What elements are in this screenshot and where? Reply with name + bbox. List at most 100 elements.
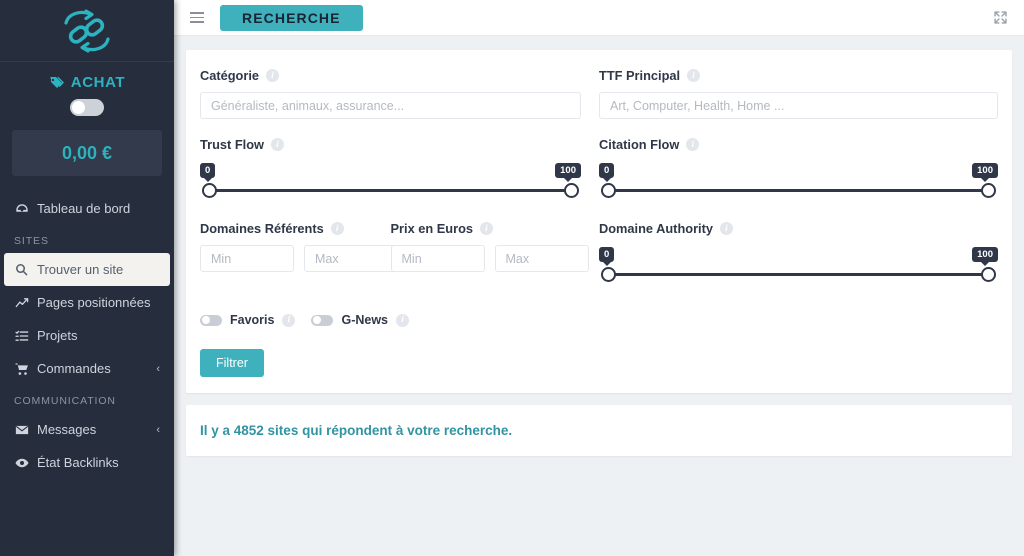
favoris-toggle[interactable] bbox=[200, 314, 222, 326]
sidebar-item-messages[interactable]: Messages ‹ bbox=[0, 413, 174, 446]
categorie-label: Catégorie bbox=[200, 68, 260, 83]
domaine-authority-min-bubble: 0 bbox=[599, 247, 615, 262]
achat-toggle[interactable] bbox=[70, 99, 104, 116]
trust-flow-slider[interactable]: 0 100 bbox=[200, 161, 581, 203]
field-ttf-principal: TTF Principal i bbox=[599, 68, 998, 119]
results-card: Il y a 4852 sites qui répondent à votre … bbox=[186, 405, 1012, 456]
citation-flow-max-bubble: 100 bbox=[972, 163, 998, 178]
domaine-authority-label-row: Domaine Authority i bbox=[599, 221, 998, 236]
favoris-toggle-group: Favoris i bbox=[200, 313, 296, 327]
info-icon[interactable]: i bbox=[686, 138, 700, 151]
citation-flow-min-thumb[interactable] bbox=[601, 183, 616, 198]
ttf-label-row: TTF Principal i bbox=[599, 68, 998, 83]
hamburger-icon[interactable] bbox=[190, 12, 204, 23]
chart-line-icon bbox=[14, 296, 29, 310]
info-icon[interactable]: i bbox=[330, 222, 344, 235]
tag-icon bbox=[49, 76, 65, 90]
filtrer-button[interactable]: Filtrer bbox=[200, 349, 264, 377]
sidebar-section-communication: COMMUNICATION bbox=[14, 395, 116, 407]
ttf-principal-label: TTF Principal bbox=[599, 68, 681, 83]
citation-flow-max-thumb[interactable] bbox=[981, 183, 996, 198]
list-tasks-icon bbox=[14, 329, 29, 343]
field-domaine-authority: Domaine Authority i 0 100 bbox=[599, 221, 998, 287]
results-count-text: Il y a 4852 sites qui répondent à votre … bbox=[200, 423, 513, 438]
app-root: ACHAT 0,00 € Tableau de bord SITES Trouv… bbox=[0, 0, 1024, 556]
favoris-label: Favoris bbox=[230, 313, 275, 327]
sidebar-item-etat-backlinks[interactable]: État Backlinks bbox=[0, 446, 174, 479]
info-icon[interactable]: i bbox=[720, 222, 733, 235]
eye-icon bbox=[14, 456, 29, 470]
filter-row-3: Domaines Référents i Prix en Euros bbox=[200, 221, 998, 287]
sidebar-item-tableau-de-bord[interactable]: Tableau de bord bbox=[0, 192, 174, 225]
balance-amount: 0,00 € bbox=[12, 130, 162, 176]
domaine-authority-max-bubble: 100 bbox=[972, 247, 998, 262]
prix-en-euros-label: Prix en Euros bbox=[390, 221, 474, 236]
field-trust-flow: Trust Flow i 0 100 bbox=[200, 137, 599, 203]
info-icon[interactable]: i bbox=[266, 69, 280, 82]
trust-flow-min-thumb[interactable] bbox=[202, 183, 217, 198]
info-icon[interactable]: i bbox=[396, 313, 410, 327]
domaines-referents-min-input[interactable] bbox=[200, 245, 294, 272]
filter-row-2: Trust Flow i 0 100 Citation Flow i 0 100 bbox=[200, 137, 998, 203]
chevron-left-icon: ‹ bbox=[156, 362, 160, 375]
ttf-principal-input[interactable] bbox=[599, 92, 998, 119]
domaines-referents-max-input[interactable] bbox=[304, 245, 398, 272]
citation-flow-slider[interactable]: 0 100 bbox=[599, 161, 998, 203]
domaine-authority-min-thumb[interactable] bbox=[601, 267, 616, 282]
trust-flow-min-bubble: 0 bbox=[200, 163, 216, 178]
content-area: Catégorie i TTF Principal i bbox=[174, 36, 1024, 556]
envelope-icon bbox=[14, 423, 29, 437]
domaine-authority-max-thumb[interactable] bbox=[981, 267, 996, 282]
slider-track bbox=[209, 189, 572, 192]
filter-row-1: Catégorie i TTF Principal i bbox=[200, 68, 998, 119]
categorie-input[interactable] bbox=[200, 92, 581, 119]
field-categorie: Catégorie i bbox=[200, 68, 599, 119]
sidebar-item-commandes[interactable]: Commandes ‹ bbox=[0, 352, 174, 385]
prix-en-euros-max-input[interactable] bbox=[494, 245, 589, 272]
sidebar-item-label: État Backlinks bbox=[37, 455, 119, 470]
trust-flow-max-thumb[interactable] bbox=[564, 183, 579, 198]
domaines-referents-inputs bbox=[200, 245, 398, 272]
trust-flow-label-row: Trust Flow i bbox=[200, 137, 581, 152]
fullscreen-expand-icon[interactable] bbox=[993, 10, 1008, 25]
domaines-referents-label-row: Domaines Référents i bbox=[200, 221, 373, 236]
info-icon[interactable]: i bbox=[480, 222, 493, 235]
sidebar-item-label: Commandes bbox=[37, 361, 111, 376]
topbar: RECHERCHE bbox=[174, 0, 1024, 36]
trust-flow-max-bubble: 100 bbox=[555, 163, 581, 178]
info-icon[interactable]: i bbox=[270, 138, 284, 151]
prix-en-euros-inputs bbox=[390, 245, 589, 272]
sidebar: ACHAT 0,00 € Tableau de bord SITES Trouv… bbox=[0, 0, 174, 556]
categorie-label-row: Catégorie i bbox=[200, 68, 581, 83]
gnews-toggle[interactable] bbox=[311, 314, 334, 326]
toggles-row: Favoris i G-News i bbox=[200, 313, 998, 327]
sidebar-item-projets[interactable]: Projets bbox=[0, 319, 174, 352]
gnews-toggle-group: G-News i bbox=[311, 313, 410, 327]
citation-flow-min-bubble: 0 bbox=[599, 163, 615, 178]
achat-block: ACHAT bbox=[0, 62, 174, 126]
chevron-left-icon: ‹ bbox=[156, 423, 160, 436]
brand-logo[interactable] bbox=[0, 0, 174, 62]
search-icon bbox=[14, 263, 29, 276]
achat-label: ACHAT bbox=[70, 74, 126, 91]
field-prix-en-euros: Prix en Euros i bbox=[390, 221, 589, 287]
trust-flow-label: Trust Flow bbox=[200, 137, 264, 152]
sidebar-item-trouver-un-site[interactable]: Trouver un site bbox=[4, 253, 170, 286]
shopping-cart-icon bbox=[14, 362, 29, 376]
sidebar-item-label: Pages positionnées bbox=[37, 295, 151, 310]
sidebar-nav: Tableau de bord SITES Trouver un site Pa… bbox=[0, 192, 174, 479]
prix-en-euros-label-row: Prix en Euros i bbox=[391, 221, 564, 236]
dashboard-speedometer-icon bbox=[14, 202, 29, 216]
sidebar-item-pages-positionnees[interactable]: Pages positionnées bbox=[0, 286, 174, 319]
achat-row: ACHAT bbox=[0, 74, 174, 91]
prix-en-euros-min-input[interactable] bbox=[390, 245, 485, 272]
slider-track bbox=[608, 273, 989, 276]
gnews-label: G-News bbox=[341, 313, 389, 327]
citation-flow-label-row: Citation Flow i bbox=[599, 137, 998, 152]
sidebar-item-label: Tableau de bord bbox=[37, 201, 131, 216]
field-citation-flow: Citation Flow i 0 100 bbox=[599, 137, 998, 203]
info-icon[interactable]: i bbox=[282, 313, 296, 327]
info-icon[interactable]: i bbox=[687, 69, 701, 82]
sidebar-item-label: Projets bbox=[37, 328, 78, 343]
domaine-authority-slider[interactable]: 0 100 bbox=[599, 245, 998, 287]
